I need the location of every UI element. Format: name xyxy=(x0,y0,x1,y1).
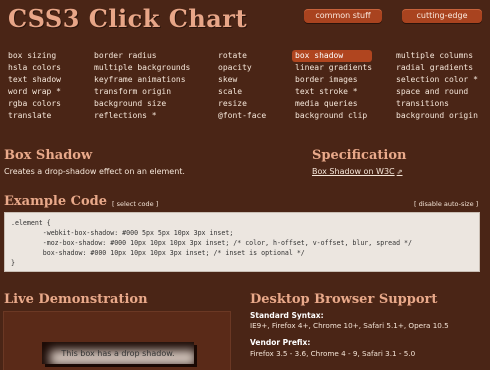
code-line: -webkit-box-shadow: #000 5px 5px 10px 3p… xyxy=(11,229,234,237)
live-demo-heading: Live Demonstration xyxy=(4,292,148,307)
property-link-box-sizing[interactable]: box sizing xyxy=(8,50,61,62)
code-line: .element { xyxy=(11,219,51,227)
vendor-prefix-browsers: Firefox 3.5 - 3.6, Chrome 4 - 9, Safari … xyxy=(250,349,416,358)
code-line: } xyxy=(11,259,15,267)
property-link-hsla-colors[interactable]: hsla colors xyxy=(8,62,61,74)
code-line: -moz-box-shadow: #000 10px 10px 10px 3px… xyxy=(11,239,412,247)
browser-support-heading: Desktop Browser Support xyxy=(250,292,438,307)
box-shadow-description: Creates a drop-shadow effect on an eleme… xyxy=(4,167,185,176)
external-link-icon: ⇗ xyxy=(396,168,403,176)
property-link-translate[interactable]: translate xyxy=(8,110,61,122)
shadow-demo-box: This box has a drop shadow. xyxy=(42,342,194,364)
property-column-4: box shadow linear gradients border image… xyxy=(292,50,373,122)
header: CSS3 Click Chart common stuff cutting-ed… xyxy=(0,0,490,40)
property-link-box-shadow[interactable]: box shadow xyxy=(292,50,373,62)
vendor-prefix-label: Vendor Prefix: xyxy=(250,338,311,347)
live-demo-panel: This box has a drop shadow. xyxy=(3,311,231,370)
example-code-heading: Example Code xyxy=(4,194,108,209)
property-link-rotate[interactable]: rotate xyxy=(218,50,266,62)
property-link-reflections[interactable]: reflections * xyxy=(94,110,190,122)
property-link-resize[interactable]: resize xyxy=(218,98,266,110)
property-link-transitions[interactable]: transitions xyxy=(396,98,478,110)
property-link-media-queries[interactable]: media queries xyxy=(295,98,372,110)
property-link-skew[interactable]: skew xyxy=(218,74,266,86)
w3c-spec-link[interactable]: Box Shadow on W3C ⇗ xyxy=(312,167,403,176)
specification-heading: Specification xyxy=(312,148,407,163)
code-block[interactable]: .element { -webkit-box-shadow: #000 5px … xyxy=(4,212,480,272)
property-link-word-wrap[interactable]: word wrap * xyxy=(8,86,61,98)
property-link-font-face[interactable]: @font-face xyxy=(218,110,266,122)
standard-syntax-label: Standard Syntax: xyxy=(250,311,324,320)
common-stuff-button[interactable]: common stuff xyxy=(304,9,382,23)
property-column-1: box sizing hsla colors text shadow word … xyxy=(8,50,61,122)
property-column-5: multiple columns radial gradients select… xyxy=(396,50,478,122)
property-link-text-stroke[interactable]: text stroke * xyxy=(295,86,372,98)
property-link-background-origin[interactable]: background origin xyxy=(396,110,478,122)
property-link-opacity[interactable]: opacity xyxy=(218,62,266,74)
box-shadow-heading: Box Shadow xyxy=(4,148,93,163)
standard-syntax-browsers: IE9+, Firefox 4+, Chrome 10+, Safari 5.1… xyxy=(250,321,449,330)
property-link-border-images[interactable]: border images xyxy=(295,74,372,86)
cutting-edge-button[interactable]: cutting-edge xyxy=(402,9,482,23)
property-link-linear-gradients[interactable]: linear gradients xyxy=(295,62,372,74)
w3c-spec-link-label: Box Shadow on W3C xyxy=(312,167,395,176)
property-link-text-shadow[interactable]: text shadow xyxy=(8,74,61,86)
site-title: CSS3 Click Chart xyxy=(8,4,248,33)
property-link-keyframe-animations[interactable]: keyframe animations xyxy=(94,74,190,86)
property-link-multiple-backgrounds[interactable]: multiple backgrounds xyxy=(94,62,190,74)
property-column-2: border radius multiple backgrounds keyfr… xyxy=(94,50,190,122)
property-link-background-clip[interactable]: background clip xyxy=(295,110,372,122)
code-line: box-shadow: #000 10px 10px 10px 3px inse… xyxy=(11,249,305,257)
property-link-scale[interactable]: scale xyxy=(218,86,266,98)
property-column-3: rotate opacity skew scale resize @font-f… xyxy=(218,50,266,122)
property-link-rgba-colors[interactable]: rgba colors xyxy=(8,98,61,110)
property-link-border-radius[interactable]: border radius xyxy=(94,50,190,62)
property-link-multiple-columns[interactable]: multiple columns xyxy=(396,50,478,62)
disable-auto-size-link[interactable]: [ disable auto-size ] xyxy=(414,200,478,208)
property-link-radial-gradients[interactable]: radial gradients xyxy=(396,62,478,74)
property-link-selection-color[interactable]: selection color * xyxy=(396,74,478,86)
property-link-background-size[interactable]: background size xyxy=(94,98,190,110)
property-link-transform-origin[interactable]: transform origin xyxy=(94,86,190,98)
select-code-link[interactable]: [ select code ] xyxy=(112,200,158,208)
property-link-space-and-round[interactable]: space and round xyxy=(396,86,478,98)
